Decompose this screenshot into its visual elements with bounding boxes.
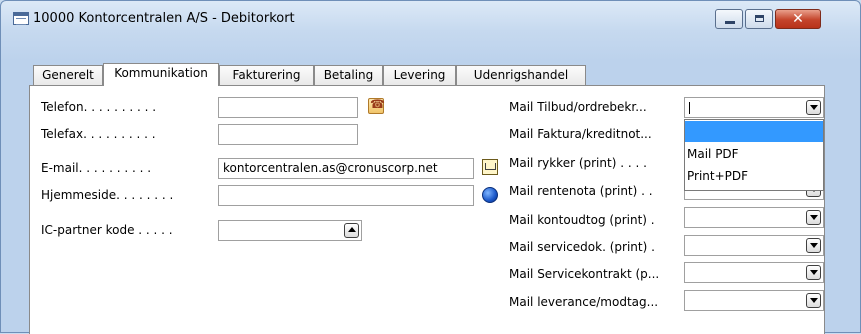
mail-servicekontrakt-label: Mail Servicekontrakt (p... — [509, 267, 660, 281]
maximize-button[interactable] — [745, 9, 773, 29]
chevron-down-icon[interactable] — [806, 293, 821, 308]
close-icon: ✕ — [792, 11, 804, 27]
minimize-button[interactable] — [715, 9, 743, 29]
mail-servicedok-label: Mail servicedok. (print) . — [509, 240, 655, 254]
hjemmeside-label: Hjemmeside. . . . . . . . — [41, 188, 174, 202]
tab-udenrigshandel[interactable]: Udenrigshandel — [456, 65, 586, 85]
dropdown-list: Mail PDF Print+PDF — [684, 119, 824, 191]
close-button[interactable]: ✕ — [775, 9, 821, 29]
email-field[interactable]: kontorcentralen.as@cronuscorp.net — [218, 158, 474, 179]
mail-servicekontrakt-select[interactable] — [684, 262, 824, 283]
phone-icon[interactable] — [368, 97, 385, 114]
lookup-arrow-icon[interactable] — [344, 223, 359, 238]
mail-faktura-label: Mail Faktura/kreditnot... — [509, 127, 652, 141]
globe-icon[interactable] — [482, 187, 498, 203]
mail-leverance-label: Mail leverance/modtag... — [509, 295, 659, 309]
email-label: E-mail. . . . . . . . . . — [41, 161, 152, 175]
text-caret — [689, 102, 690, 114]
mail-leverance-select[interactable] — [684, 290, 824, 311]
title-bar[interactable]: 10000 Kontorcentralen A/S - Debitorkort … — [1, 1, 860, 41]
mail-servicedok-select[interactable] — [684, 235, 824, 256]
mail-tilbud-label: Mail Tilbud/ordrebekr... — [509, 100, 647, 114]
maximize-icon — [755, 15, 764, 22]
mail-kontoudtog-select[interactable] — [684, 207, 824, 228]
telefon-field[interactable] — [218, 97, 358, 118]
tab-levering[interactable]: Levering — [383, 65, 456, 85]
window-title: 10000 Kontorcentralen A/S - Debitorkort — [33, 11, 295, 26]
ic-partner-label: IC-partner kode . . . . . — [41, 223, 173, 237]
chevron-down-icon[interactable] — [806, 210, 821, 225]
ic-partner-field[interactable] — [218, 220, 362, 241]
chevron-down-icon[interactable] — [806, 238, 821, 253]
telefax-field[interactable] — [218, 124, 358, 145]
dropdown-option-mail-pdf[interactable]: Mail PDF — [685, 144, 823, 165]
telefax-label: Telefax. . . . . . . . . . — [41, 127, 156, 141]
dropdown-option-blank[interactable] — [685, 121, 823, 142]
hjemmeside-field[interactable] — [218, 185, 474, 206]
mail-rentenota-label: Mail rentenota (print) . . — [509, 184, 653, 198]
tab-betaling[interactable]: Betaling — [314, 65, 383, 85]
mail-tilbud-select[interactable] — [684, 97, 824, 118]
window: 10000 Kontorcentralen A/S - Debitorkort … — [0, 0, 861, 334]
tab-kommunikation[interactable]: Kommunikation — [103, 63, 219, 86]
telefon-label: Telefon. . . . . . . . . . — [41, 100, 157, 114]
mail-icon[interactable] — [482, 159, 498, 175]
mail-rykker-label: Mail rykker (print) . . . . — [509, 156, 647, 170]
minimize-icon — [725, 21, 735, 24]
chevron-down-icon[interactable] — [806, 100, 821, 115]
dropdown-option-print-pdf[interactable]: Print+PDF — [685, 166, 823, 187]
chevron-down-icon[interactable] — [806, 265, 821, 280]
tab-generelt[interactable]: Generelt — [33, 65, 103, 85]
tab-fakturering[interactable]: Fakturering — [219, 65, 314, 85]
form-icon — [13, 12, 29, 25]
mail-kontoudtog-label: Mail kontoudtog (print) . — [509, 213, 655, 227]
